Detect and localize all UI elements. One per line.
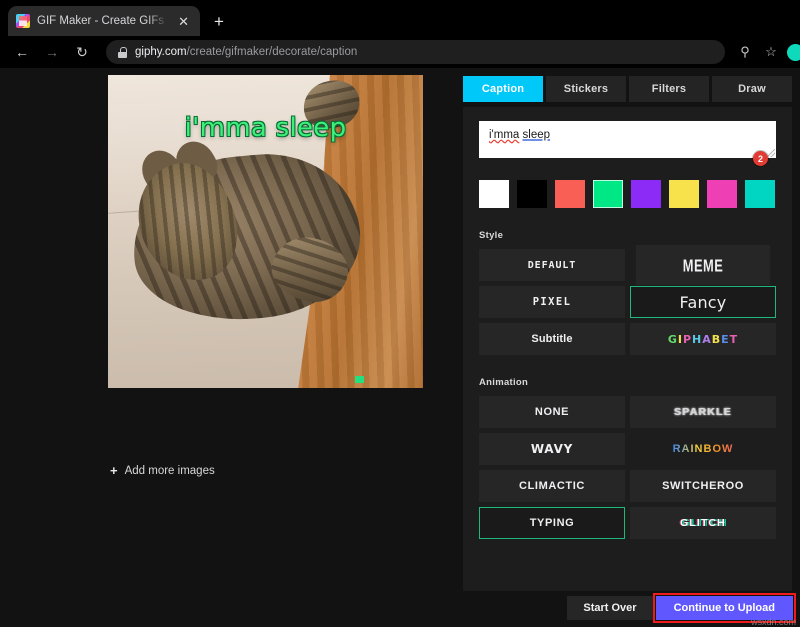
url-path: /create/gifmaker/decorate/caption — [187, 46, 358, 58]
style-options: DEFAULT MEME PIXEL Fancy Subtitle GIPHAB… — [479, 249, 776, 355]
swatch-teal[interactable] — [745, 180, 775, 208]
continue-to-upload-button[interactable]: Continue to Upload — [656, 596, 793, 620]
swatch-black[interactable] — [517, 180, 547, 208]
close-icon[interactable]: ✕ — [175, 13, 192, 30]
plus-icon: + — [110, 464, 118, 477]
swatch-red[interactable] — [555, 180, 585, 208]
giphabet-letter: B — [712, 333, 721, 346]
swatch-green[interactable] — [593, 180, 623, 208]
tab-strip: GIF Maker - Create GIFs from Vid ✕ + — [0, 0, 800, 36]
caption-input[interactable]: i'mma sleep — [479, 121, 776, 158]
back-icon[interactable]: ← — [8, 38, 36, 66]
search-icon[interactable]: ⚲ — [733, 40, 757, 64]
swatch-white[interactable] — [479, 180, 509, 208]
animation-section-label: Animation — [479, 377, 776, 388]
giphabet-letter: P — [683, 333, 692, 346]
swatch-pink[interactable] — [707, 180, 737, 208]
avatar[interactable] — [787, 44, 800, 61]
lock-icon — [118, 47, 127, 58]
giphy-favicon-icon — [16, 14, 30, 28]
giphabet-letter: H — [692, 333, 702, 346]
caption-word-linked: sleep — [523, 129, 551, 141]
animation-option-glitch[interactable]: GLITCH — [630, 507, 776, 539]
animation-option-none[interactable]: NONE — [479, 396, 625, 428]
browser-window: GIF Maker - Create GIFs from Vid ✕ + ← →… — [0, 0, 800, 627]
giphabet-letter: T — [730, 333, 739, 346]
gif-preview-pane: i'mma sleep + Add more images — [0, 68, 455, 627]
animation-option-climactic[interactable]: CLIMACTIC — [479, 470, 625, 502]
url-text: giphy.com/create/gifmaker/decorate/capti… — [135, 46, 357, 58]
url-domain: giphy.com — [135, 46, 187, 58]
animation-option-sparkle[interactable]: SPARKLE — [630, 396, 776, 428]
style-option-default[interactable]: DEFAULT — [479, 249, 625, 281]
style-option-fancy[interactable]: Fancy — [630, 286, 776, 318]
color-swatches — [479, 180, 776, 208]
style-option-giphabet[interactable]: GIPHABET — [630, 323, 776, 355]
animation-option-switcheroo[interactable]: SWITCHEROO — [630, 470, 776, 502]
browser-toolbar: ← → ↻ giphy.com/create/gifmaker/decorate… — [0, 36, 800, 68]
caption-caret-indicator — [355, 376, 364, 383]
style-option-meme[interactable]: MEME — [636, 245, 770, 285]
panel-footer: Start Over Continue to Upload wsxdn.com — [455, 591, 800, 627]
bookmark-star-icon[interactable]: ☆ — [759, 40, 783, 64]
style-section-label: Style — [479, 230, 776, 241]
caption-overlay-text[interactable]: i'mma sleep — [108, 113, 423, 143]
tab-title: GIF Maker - Create GIFs from Vid — [37, 15, 168, 27]
giphabet-letter: G — [668, 333, 678, 346]
tab-filters[interactable]: Filters — [629, 76, 709, 102]
continue-highlight-box: Continue to Upload — [653, 593, 796, 623]
add-more-images-button[interactable]: + Add more images — [110, 464, 215, 477]
animation-option-typing[interactable]: TYPING — [479, 507, 625, 539]
tab-draw[interactable]: Draw — [712, 76, 792, 102]
reload-icon[interactable]: ↻ — [68, 38, 96, 66]
forward-icon[interactable]: → — [38, 38, 66, 66]
tab-caption[interactable]: Caption — [463, 76, 543, 102]
animation-options: NONE SPARKLE WAVY RAINBOW CLIMACTIC SWIT… — [479, 396, 776, 539]
caption-word-misspelled: i'mma — [489, 129, 519, 141]
style-option-pixel[interactable]: PIXEL — [479, 286, 625, 318]
add-more-images-label: Add more images — [125, 465, 215, 477]
start-over-button[interactable]: Start Over — [567, 596, 652, 620]
animation-option-wavy[interactable]: WAVY — [479, 433, 625, 465]
page-content: i'mma sleep + Add more images Caption St… — [0, 68, 800, 627]
address-bar[interactable]: giphy.com/create/gifmaker/decorate/capti… — [106, 40, 725, 64]
style-option-subtitle[interactable]: Subtitle — [479, 323, 625, 355]
status-badge[interactable]: 2 — [753, 151, 768, 166]
panel-tabs: Caption Stickers Filters Draw — [455, 68, 800, 102]
tab-stickers[interactable]: Stickers — [546, 76, 626, 102]
textarea-resize-handle[interactable] — [767, 149, 775, 157]
gif-canvas[interactable]: i'mma sleep — [108, 75, 423, 388]
editor-panel: Caption Stickers Filters Draw i'mma slee… — [455, 68, 800, 627]
caption-panel: i'mma sleep 2 Style DEFA — [463, 107, 792, 591]
swatch-yellow[interactable] — [669, 180, 699, 208]
swatch-purple[interactable] — [631, 180, 661, 208]
giphabet-letter: A — [702, 333, 712, 346]
animation-option-rainbow[interactable]: RAINBOW — [630, 433, 776, 465]
browser-tab[interactable]: GIF Maker - Create GIFs from Vid ✕ — [8, 6, 200, 36]
new-tab-button[interactable]: + — [214, 13, 224, 30]
giphabet-letter: E — [721, 333, 730, 346]
caption-input-wrapper: i'mma sleep 2 — [479, 121, 776, 158]
